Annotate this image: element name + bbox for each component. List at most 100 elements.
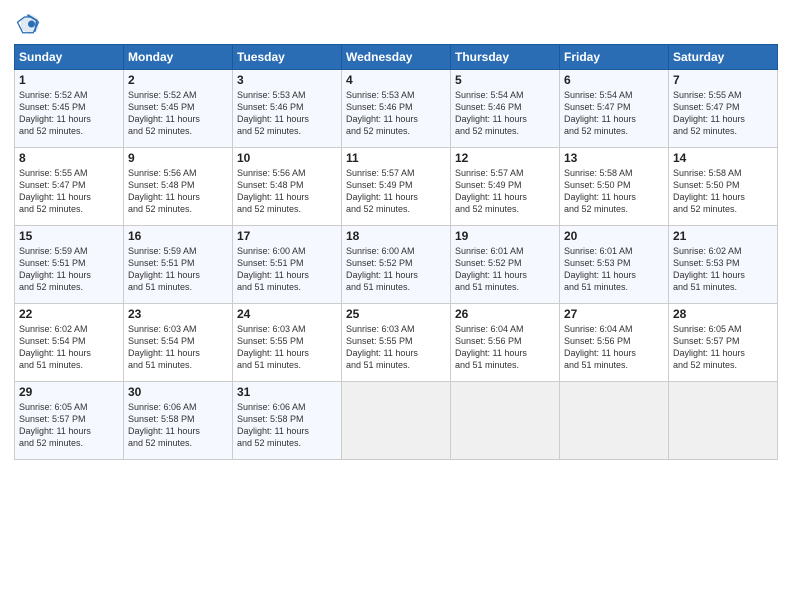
day-cell: 16 Sunrise: 5:59 AM Sunset: 5:51 PM Dayli… bbox=[124, 226, 233, 304]
day-cell bbox=[669, 382, 778, 460]
day-cell: 14 Sunrise: 5:58 AM Sunset: 5:50 PM Dayli… bbox=[669, 148, 778, 226]
day-info: Sunrise: 5:55 AM Sunset: 5:47 PM Dayligh… bbox=[673, 89, 773, 138]
day-info: Sunrise: 5:56 AM Sunset: 5:48 PM Dayligh… bbox=[237, 167, 337, 216]
day-number: 19 bbox=[455, 229, 555, 243]
day-info: Sunrise: 6:03 AM Sunset: 5:55 PM Dayligh… bbox=[346, 323, 446, 372]
day-number: 14 bbox=[673, 151, 773, 165]
day-number: 12 bbox=[455, 151, 555, 165]
day-cell: 22 Sunrise: 6:02 AM Sunset: 5:54 PM Dayli… bbox=[15, 304, 124, 382]
day-number: 30 bbox=[128, 385, 228, 399]
header bbox=[14, 10, 778, 38]
day-cell: 26Sunrise: 6:04 AM Sunset: 5:56 PM Dayli… bbox=[451, 304, 560, 382]
header-cell-wednesday: Wednesday bbox=[342, 45, 451, 70]
day-cell: 28 Sunrise: 6:05 AM Sunset: 5:57 PM Dayli… bbox=[669, 304, 778, 382]
header-row: SundayMondayTuesdayWednesdayThursdayFrid… bbox=[15, 45, 778, 70]
day-cell: 11 Sunrise: 5:57 AM Sunset: 5:49 PM Dayli… bbox=[342, 148, 451, 226]
day-info: Sunrise: 5:54 AM Sunset: 5:46 PM Dayligh… bbox=[455, 89, 555, 138]
day-info: Sunrise: 6:06 AM Sunset: 5:58 PM Dayligh… bbox=[237, 401, 337, 450]
day-cell: 4Sunrise: 5:53 AM Sunset: 5:46 PM Daylig… bbox=[342, 70, 451, 148]
day-number: 8 bbox=[19, 151, 119, 165]
day-info: Sunrise: 6:03 AM Sunset: 5:54 PM Dayligh… bbox=[128, 323, 228, 372]
header-cell-tuesday: Tuesday bbox=[233, 45, 342, 70]
day-cell: 23 Sunrise: 6:03 AM Sunset: 5:54 PM Dayli… bbox=[124, 304, 233, 382]
day-cell: 17Sunrise: 6:00 AM Sunset: 5:51 PM Dayli… bbox=[233, 226, 342, 304]
day-number: 29 bbox=[19, 385, 119, 399]
day-info: Sunrise: 5:58 AM Sunset: 5:50 PM Dayligh… bbox=[673, 167, 773, 216]
day-number: 13 bbox=[564, 151, 664, 165]
day-number: 20 bbox=[564, 229, 664, 243]
day-cell: 8 Sunrise: 5:55 AM Sunset: 5:47 PM Daylig… bbox=[15, 148, 124, 226]
day-number: 2 bbox=[128, 73, 228, 87]
day-cell: 24Sunrise: 6:03 AM Sunset: 5:55 PM Dayli… bbox=[233, 304, 342, 382]
day-info: Sunrise: 6:05 AM Sunset: 5:57 PM Dayligh… bbox=[673, 323, 773, 372]
week-row-4: 22 Sunrise: 6:02 AM Sunset: 5:54 PM Dayli… bbox=[15, 304, 778, 382]
day-info: Sunrise: 5:59 AM Sunset: 5:51 PM Dayligh… bbox=[128, 245, 228, 294]
day-cell: 3Sunrise: 5:53 AM Sunset: 5:46 PM Daylig… bbox=[233, 70, 342, 148]
day-cell: 18Sunrise: 6:00 AM Sunset: 5:52 PM Dayli… bbox=[342, 226, 451, 304]
day-cell: 10 Sunrise: 5:56 AM Sunset: 5:48 PM Dayli… bbox=[233, 148, 342, 226]
day-number: 24 bbox=[237, 307, 337, 321]
day-cell: 20 Sunrise: 6:01 AM Sunset: 5:53 PM Dayli… bbox=[560, 226, 669, 304]
week-row-5: 29Sunrise: 6:05 AM Sunset: 5:57 PM Dayli… bbox=[15, 382, 778, 460]
day-number: 23 bbox=[128, 307, 228, 321]
day-number: 10 bbox=[237, 151, 337, 165]
day-number: 9 bbox=[128, 151, 228, 165]
day-cell bbox=[451, 382, 560, 460]
day-info: Sunrise: 6:00 AM Sunset: 5:51 PM Dayligh… bbox=[237, 245, 337, 294]
day-cell: 5 Sunrise: 5:54 AM Sunset: 5:46 PM Daylig… bbox=[451, 70, 560, 148]
day-number: 31 bbox=[237, 385, 337, 399]
day-info: Sunrise: 6:04 AM Sunset: 5:56 PM Dayligh… bbox=[455, 323, 555, 372]
day-number: 5 bbox=[455, 73, 555, 87]
day-info: Sunrise: 5:57 AM Sunset: 5:49 PM Dayligh… bbox=[455, 167, 555, 216]
day-info: Sunrise: 5:52 AM Sunset: 5:45 PM Dayligh… bbox=[19, 89, 119, 138]
day-cell: 2 Sunrise: 5:52 AM Sunset: 5:45 PM Daylig… bbox=[124, 70, 233, 148]
day-cell: 30 Sunrise: 6:06 AM Sunset: 5:58 PM Dayli… bbox=[124, 382, 233, 460]
day-number: 6 bbox=[564, 73, 664, 87]
day-cell: 25Sunrise: 6:03 AM Sunset: 5:55 PM Dayli… bbox=[342, 304, 451, 382]
day-info: Sunrise: 5:55 AM Sunset: 5:47 PM Dayligh… bbox=[19, 167, 119, 216]
day-cell: 9 Sunrise: 5:56 AM Sunset: 5:48 PM Daylig… bbox=[124, 148, 233, 226]
day-cell: 6 Sunrise: 5:54 AM Sunset: 5:47 PM Daylig… bbox=[560, 70, 669, 148]
day-cell bbox=[342, 382, 451, 460]
day-cell: 15 Sunrise: 5:59 AM Sunset: 5:51 PM Dayli… bbox=[15, 226, 124, 304]
day-info: Sunrise: 6:02 AM Sunset: 5:54 PM Dayligh… bbox=[19, 323, 119, 372]
day-number: 18 bbox=[346, 229, 446, 243]
day-cell: 12 Sunrise: 5:57 AM Sunset: 5:49 PM Dayli… bbox=[451, 148, 560, 226]
week-row-1: 1 Sunrise: 5:52 AM Sunset: 5:45 PM Daylig… bbox=[15, 70, 778, 148]
day-info: Sunrise: 5:58 AM Sunset: 5:50 PM Dayligh… bbox=[564, 167, 664, 216]
logo-icon bbox=[14, 10, 42, 38]
day-info: Sunrise: 5:56 AM Sunset: 5:48 PM Dayligh… bbox=[128, 167, 228, 216]
day-info: Sunrise: 5:59 AM Sunset: 5:51 PM Dayligh… bbox=[19, 245, 119, 294]
day-info: Sunrise: 6:02 AM Sunset: 5:53 PM Dayligh… bbox=[673, 245, 773, 294]
day-number: 11 bbox=[346, 151, 446, 165]
calendar-container: SundayMondayTuesdayWednesdayThursdayFrid… bbox=[0, 0, 792, 612]
day-info: Sunrise: 5:52 AM Sunset: 5:45 PM Dayligh… bbox=[128, 89, 228, 138]
day-info: Sunrise: 5:57 AM Sunset: 5:49 PM Dayligh… bbox=[346, 167, 446, 216]
day-number: 7 bbox=[673, 73, 773, 87]
header-cell-friday: Friday bbox=[560, 45, 669, 70]
day-number: 3 bbox=[237, 73, 337, 87]
day-cell: 27 Sunrise: 6:04 AM Sunset: 5:56 PM Dayli… bbox=[560, 304, 669, 382]
day-number: 15 bbox=[19, 229, 119, 243]
day-cell bbox=[560, 382, 669, 460]
day-info: Sunrise: 5:54 AM Sunset: 5:47 PM Dayligh… bbox=[564, 89, 664, 138]
day-number: 28 bbox=[673, 307, 773, 321]
day-info: Sunrise: 6:01 AM Sunset: 5:52 PM Dayligh… bbox=[455, 245, 555, 294]
header-cell-thursday: Thursday bbox=[451, 45, 560, 70]
day-number: 1 bbox=[19, 73, 119, 87]
day-cell: 7 Sunrise: 5:55 AM Sunset: 5:47 PM Daylig… bbox=[669, 70, 778, 148]
header-cell-monday: Monday bbox=[124, 45, 233, 70]
day-number: 16 bbox=[128, 229, 228, 243]
day-number: 22 bbox=[19, 307, 119, 321]
day-cell: 31 Sunrise: 6:06 AM Sunset: 5:58 PM Dayli… bbox=[233, 382, 342, 460]
header-cell-saturday: Saturday bbox=[669, 45, 778, 70]
week-row-2: 8 Sunrise: 5:55 AM Sunset: 5:47 PM Daylig… bbox=[15, 148, 778, 226]
header-cell-sunday: Sunday bbox=[15, 45, 124, 70]
day-number: 21 bbox=[673, 229, 773, 243]
day-number: 27 bbox=[564, 307, 664, 321]
day-info: Sunrise: 6:06 AM Sunset: 5:58 PM Dayligh… bbox=[128, 401, 228, 450]
day-info: Sunrise: 6:01 AM Sunset: 5:53 PM Dayligh… bbox=[564, 245, 664, 294]
day-number: 4 bbox=[346, 73, 446, 87]
day-info: Sunrise: 6:04 AM Sunset: 5:56 PM Dayligh… bbox=[564, 323, 664, 372]
logo bbox=[14, 10, 46, 38]
